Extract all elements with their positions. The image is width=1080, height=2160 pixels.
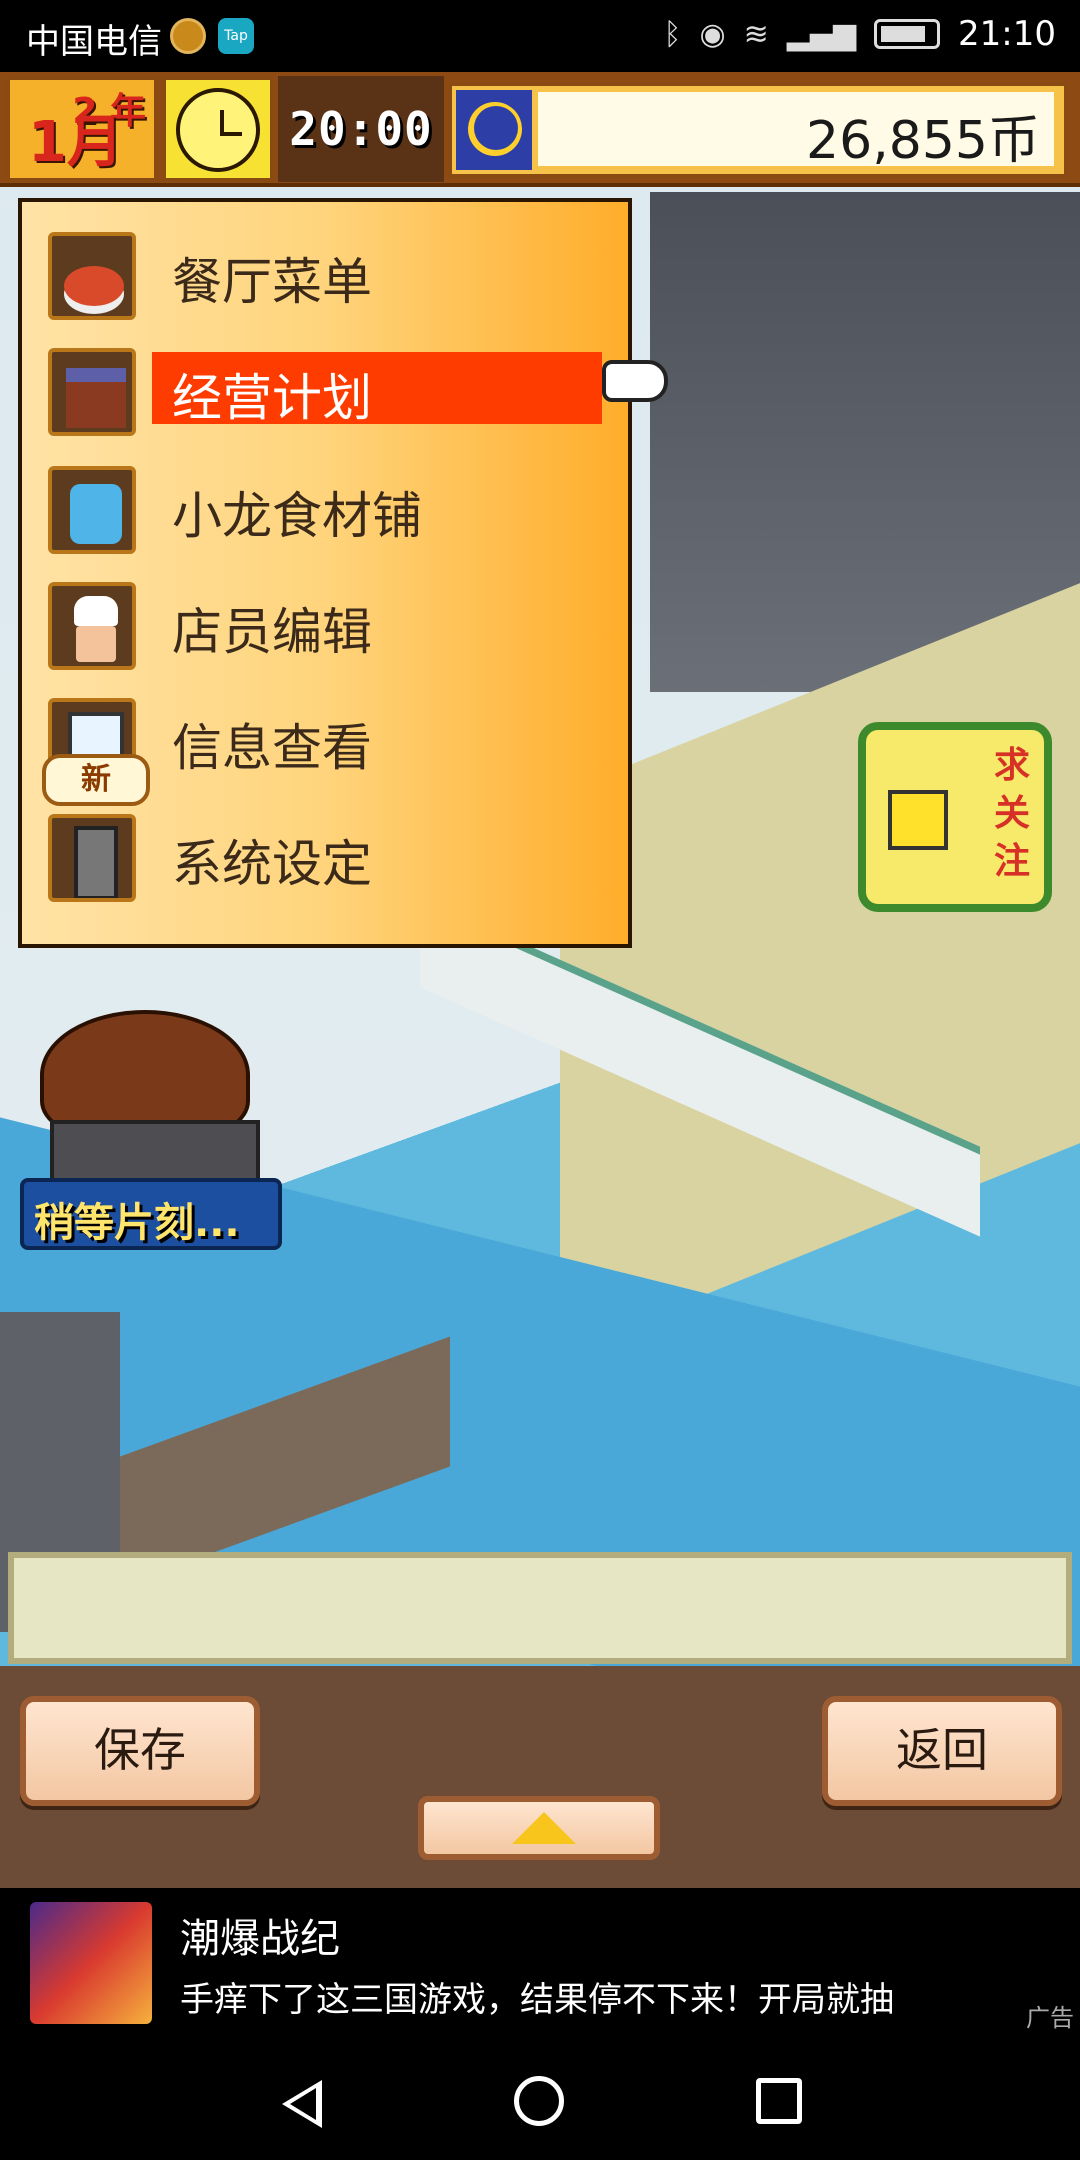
moon-icon: [456, 90, 532, 170]
carrier-label: 中国电信: [26, 22, 162, 62]
clock-face: [176, 88, 260, 172]
menu-item-restaurant-menu[interactable]: 餐厅菜单: [22, 220, 632, 320]
menu-item-label: 系统设定: [172, 835, 372, 893]
battery-icon: [874, 19, 941, 49]
wifi-icon: ≋: [743, 16, 769, 52]
navigation-bar: [0, 2038, 1080, 2160]
hand-pointer-icon: [602, 360, 668, 402]
money-panel: 26,855币: [448, 82, 1068, 178]
menu-item-system-settings[interactable]: 系统设定: [22, 802, 632, 902]
bluetooth-icon: ᛒ: [663, 16, 682, 52]
month-label: 1月: [28, 110, 123, 175]
menu-item-label: 经营计划: [172, 369, 372, 427]
save-button[interactable]: 保存: [20, 1696, 260, 1806]
dragon-icon: [48, 466, 136, 554]
new-badge: 新: [42, 754, 150, 806]
bottom-bar: 保存 返回: [0, 1666, 1080, 1888]
mascot-icon: [888, 790, 948, 850]
eye-icon: ◉: [699, 16, 726, 52]
event-label: 稍等片刻...: [34, 1200, 240, 1246]
menu-item-label: 店员编辑: [172, 603, 372, 661]
main-menu: 餐厅菜单 经营计划 小龙食材铺 店员编辑 信息查看 新 系统设定: [18, 198, 632, 948]
event-badge[interactable]: 稍等片刻...: [20, 1010, 282, 1250]
money-bar: 26,855币: [538, 92, 1054, 171]
event-label-box: 稍等片刻...: [20, 1178, 282, 1250]
top-hud: 2 年 1月 20:00 26,855币: [0, 72, 1080, 187]
menu-item-label: 信息查看: [172, 719, 372, 777]
follow-text: 求关注: [993, 745, 1030, 882]
clock-icon: [162, 76, 274, 182]
status-icons: ᛒ ◉ ≋ ▂▄▆ 21:10: [663, 14, 1056, 54]
menu-item-business-plan[interactable]: 经营计划: [22, 336, 632, 436]
signal-icon: ▂▄▆: [786, 16, 857, 52]
ad-banner[interactable]: 潮爆战纪 手痒下了这三国游戏，结果停不下来！开局就抽 广告: [0, 1888, 1080, 2038]
coin-app-icon: [170, 18, 206, 54]
dish-icon: [48, 232, 136, 320]
up-arrow-icon: [512, 1812, 576, 1844]
phone-icon: [48, 814, 136, 902]
money-amount: 26,855币: [806, 111, 1040, 171]
shop-icon: [48, 348, 136, 436]
message-box: [8, 1552, 1072, 1664]
game-time: 20:00: [278, 76, 444, 182]
recents-nav-icon[interactable]: [756, 2078, 802, 2124]
menu-item-label: 餐厅菜单: [172, 253, 372, 311]
back-button[interactable]: 返回: [822, 1696, 1062, 1806]
follow-badge[interactable]: 求关注: [858, 722, 1052, 912]
ad-thumbnail[interactable]: [30, 1902, 152, 2024]
taptap-app-icon: Tap: [218, 18, 254, 54]
chef-icon: [48, 582, 136, 670]
ad-description[interactable]: 手痒下了这三国游戏，结果停不下来！开局就抽: [180, 1972, 1030, 2021]
clock-time: 21:10: [958, 14, 1056, 54]
menu-item-staff-edit[interactable]: 店员编辑: [22, 570, 632, 670]
ad-title[interactable]: 潮爆战纪: [180, 1906, 340, 1964]
home-nav-icon[interactable]: [514, 2076, 564, 2126]
ad-tag: 广告: [1026, 2004, 1074, 2032]
back-nav-icon[interactable]: [282, 2080, 322, 2128]
date-panel: 2 年 1月: [6, 76, 158, 182]
status-bar: 中国电信 Tap ᛒ ◉ ≋ ▂▄▆ 21:10: [0, 0, 1080, 72]
menu-item-dragon-shop[interactable]: 小龙食材铺: [22, 454, 632, 554]
menu-item-label: 小龙食材铺: [172, 487, 422, 545]
expand-up-button[interactable]: [418, 1796, 660, 1860]
